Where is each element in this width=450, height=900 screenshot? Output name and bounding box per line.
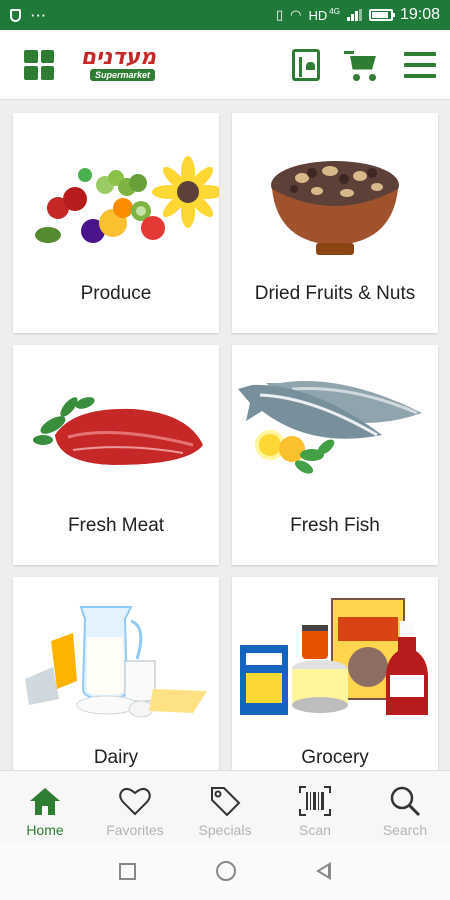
status-time: 19:08 — [399, 6, 440, 23]
network-gen: 4G — [329, 6, 340, 16]
signal-icon — [346, 9, 362, 21]
nav-home[interactable]: Home — [0, 771, 90, 842]
grocery-image — [240, 598, 428, 715]
barcode-icon — [299, 786, 331, 816]
search-icon — [390, 786, 421, 817]
dried-fruits-nuts-image — [271, 161, 399, 255]
category-label: Fresh Fish — [290, 515, 380, 536]
nav-label: Scan — [299, 822, 331, 838]
shield-icon — [10, 8, 21, 22]
nav-favorites[interactable]: Favorites — [90, 771, 180, 842]
category-label: Produce — [80, 283, 152, 304]
logo-hebrew: מעדנים — [79, 44, 160, 70]
fresh-meat-image — [33, 397, 203, 465]
category-card-grocery[interactable]: Grocery — [232, 577, 438, 770]
category-card-dairy[interactable]: Dairy — [13, 577, 219, 770]
status-bar: ··· ▯ ◠ HD 4G 19:08 — [0, 0, 450, 30]
home-circle-icon[interactable] — [216, 861, 236, 881]
menu-icon[interactable] — [404, 51, 436, 78]
home-icon — [30, 788, 60, 815]
nav-label: Search — [382, 822, 428, 838]
back-icon[interactable] — [316, 862, 331, 880]
vibrate-icon: ▯ — [276, 7, 284, 22]
category-label: Dried Fruits & Nuts — [254, 283, 416, 304]
category-card-produce[interactable]: Produce — [13, 113, 219, 333]
system-navigation — [0, 842, 450, 900]
category-label: Fresh Meat — [67, 515, 165, 536]
produce-image — [35, 156, 219, 243]
nav-specials[interactable]: Specials — [180, 771, 270, 842]
logo-subtitle: Supermarket — [90, 68, 156, 81]
recipe-book-icon[interactable] — [292, 48, 320, 81]
dairy-image — [25, 606, 207, 718]
nav-search[interactable]: Search — [360, 771, 450, 842]
recents-icon[interactable] — [119, 862, 136, 880]
category-grid: Produce Dried Fruits & Nuts Fresh Meat F… — [0, 100, 450, 770]
fresh-fish-image — [238, 381, 422, 474]
heart-icon — [119, 787, 151, 816]
grid-icon[interactable] — [24, 49, 54, 80]
category-label: Dairy — [93, 747, 139, 768]
wifi-icon: ◠ — [290, 7, 302, 22]
network-type: HD — [308, 7, 328, 23]
app-logo[interactable]: מעדנים Supermarket — [76, 43, 168, 87]
category-card-dried-fruits-nuts[interactable]: Dried Fruits & Nuts — [232, 113, 438, 333]
app-header: מעדנים Supermarket — [0, 30, 450, 100]
bottom-navigation: Home Favorites Specials Scan Search — [0, 770, 450, 842]
nav-label: Home — [26, 822, 64, 838]
nav-scan[interactable]: Scan — [270, 771, 360, 842]
category-card-fresh-meat[interactable]: Fresh Meat — [13, 345, 219, 565]
tag-icon — [211, 787, 241, 817]
battery-icon — [368, 9, 395, 21]
category-card-fresh-fish[interactable]: Fresh Fish — [232, 345, 438, 565]
nav-label: Favorites — [106, 822, 164, 838]
nav-label: Specials — [198, 822, 252, 838]
category-label: Grocery — [301, 747, 369, 768]
cart-icon[interactable] — [344, 48, 380, 82]
notification-dots: ··· — [31, 7, 47, 23]
